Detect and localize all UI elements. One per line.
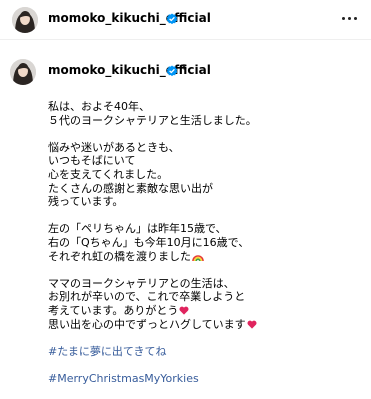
profile-avatar[interactable]: [12, 7, 38, 33]
hashtag-link[interactable]: #MerryChristmasMyYorkies: [48, 372, 363, 386]
caption-paragraph: 左の「ペリちゃん」は昨年15歳で、 右の「Qちゃん」も今年10月に16歳で、 そ…: [48, 222, 250, 263]
post-header: momoko_kikuchi_official: [0, 0, 371, 40]
caption-paragraph: 思い出を心の中でずっとハグしています: [48, 318, 363, 332]
caption-avatar[interactable]: [10, 59, 36, 85]
caption-paragraph: 私は、およそ40年、 ５代のヨークシャテリアと生活しました。: [48, 100, 257, 127]
caption-paragraph: 悩みや迷いがあるときも、 いつもそばにいて 心を支えてくれました。 たくさんの感…: [48, 140, 213, 209]
verified-badge-icon: [166, 65, 178, 77]
rainbow-emoji-icon: [192, 254, 204, 261]
caption-author-row: momoko_kikuchi_official *: [0, 58, 371, 88]
more-options-icon[interactable]: [341, 12, 359, 26]
caption-body: 私は、およそ40年、 ５代のヨークシャテリアと生活しました。 悩みや迷いがあると…: [48, 100, 363, 399]
red-heart-emoji-icon: [179, 306, 189, 315]
caption-suffix: *: [181, 62, 187, 76]
verified-badge-icon: [166, 13, 178, 25]
header-username[interactable]: momoko_kikuchi_official: [48, 11, 211, 25]
hashtag-link[interactable]: #たまに夢に出てきてね: [48, 345, 363, 359]
red-heart-emoji-icon: [247, 320, 257, 329]
caption-paragraph: ママのヨークシャテリアとの生活は、 お別れが辛いので、これで卒業しようと 考えて…: [48, 276, 246, 317]
